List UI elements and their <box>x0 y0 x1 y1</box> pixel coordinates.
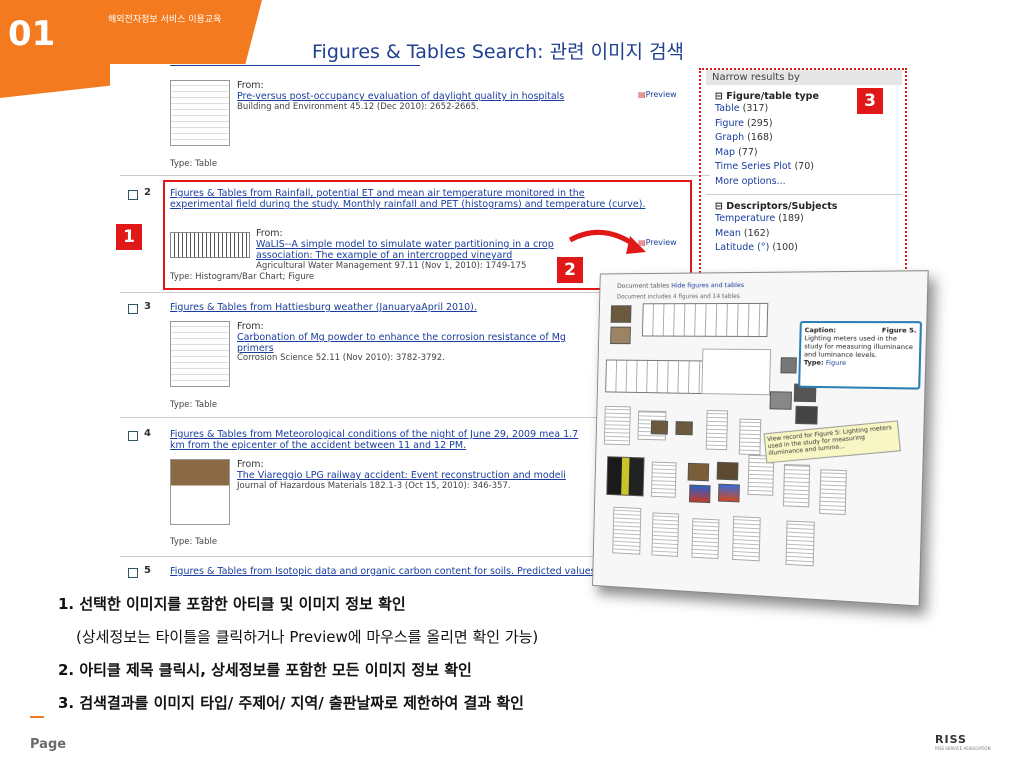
table-thumbnail[interactable] <box>691 518 720 560</box>
figure-thumbnail[interactable] <box>650 420 669 435</box>
note-2: 2. 아티클 제목 클릭시, 상세정보를 포함한 모든 이미지 정보 확인 <box>58 661 472 679</box>
table-thumbnail[interactable] <box>651 512 680 557</box>
table-thumbnail[interactable] <box>785 520 815 567</box>
badge-1: 1 <box>116 224 142 250</box>
result-number: 4 <box>144 428 151 439</box>
divider <box>120 175 710 176</box>
table-thumbnail[interactable] <box>603 405 631 446</box>
popout-subtitle: Document includes 4 figures and 14 table… <box>616 293 740 301</box>
slide-title: Figures & Tables Search: 관련 이미지 검색 <box>312 41 685 63</box>
result-title-link[interactable]: Figures & Tables from Hattiesburg weathe… <box>170 302 477 313</box>
chart-thumbnail[interactable] <box>701 348 772 396</box>
result-thumbnail[interactable] <box>170 321 230 387</box>
figure-thumbnail[interactable] <box>675 421 693 436</box>
figure-thumbnail[interactable] <box>688 484 711 504</box>
note-3: 3. 검색결과를 이미지 타입/ 주제어/ 지역/ 출판날짜로 제한하여 결과 … <box>58 694 524 712</box>
figure-caption-box: Caption: Figure 5. Lighting meters used … <box>798 321 923 390</box>
result-type: Type: Table <box>170 537 218 547</box>
result-number: 3 <box>144 301 151 312</box>
from-label: From: <box>237 459 264 470</box>
result-source: Journal of Hazardous Materials 182.1-3 (… <box>237 481 511 491</box>
section-number: 01 <box>8 14 56 54</box>
result-thumbnail[interactable] <box>170 80 230 146</box>
result-checkbox[interactable] <box>128 431 138 441</box>
result-article-link[interactable]: The Viareggio LPG railway accident: Even… <box>237 470 566 481</box>
figure-thumbnail[interactable] <box>795 405 818 425</box>
pointer-arrow-icon <box>568 229 646 254</box>
result-title-link[interactable]: Figures & Tables from Meteorological con… <box>170 429 580 451</box>
result-title-link[interactable]: Figures & Tables from Isotopic data and … <box>170 566 596 577</box>
figure-thumbnail[interactable] <box>687 462 710 482</box>
figure-thumbnail[interactable] <box>606 456 645 497</box>
badge-3: 3 <box>857 88 883 114</box>
figure-thumbnail[interactable] <box>716 461 739 481</box>
result-source: Building and Environment 45.12 (Dec 2010… <box>237 102 479 112</box>
preview-link[interactable]: ▤Preview <box>638 90 677 99</box>
footer-accent-line <box>30 716 44 718</box>
table-thumbnail[interactable] <box>612 506 642 555</box>
table-thumbnail[interactable] <box>651 461 677 498</box>
table-thumbnail[interactable] <box>782 464 811 508</box>
result-type: Type: Table <box>170 400 218 410</box>
table-thumbnail[interactable] <box>738 418 762 456</box>
figure-thumbnail[interactable] <box>641 302 769 338</box>
figure-thumbnail[interactable] <box>780 357 797 374</box>
table-thumbnail[interactable] <box>819 469 847 516</box>
result-article-link[interactable]: Pre-versus post-occupancy evaluation of … <box>237 91 564 102</box>
result-number: 2 <box>144 187 151 198</box>
result-article-link[interactable]: Carbonation of Mg powder to enhance the … <box>237 332 597 354</box>
table-thumbnail[interactable] <box>705 409 729 451</box>
header-label: 해외전자정보 서비스 이용교육 <box>108 15 222 25</box>
note-1: 1. 선택한 이미지를 포함한 아티클 및 이미지 정보 확인 <box>58 595 406 613</box>
result-checkbox[interactable] <box>128 304 138 314</box>
from-label: From: <box>237 321 264 332</box>
page-label: Page <box>30 737 67 752</box>
result-checkbox[interactable] <box>128 568 138 578</box>
preview-icon: ▤ <box>638 90 646 99</box>
table-thumbnail[interactable] <box>732 516 761 562</box>
cut-off-link <box>170 64 420 66</box>
figure-thumbnail[interactable] <box>769 391 792 410</box>
result-checkbox[interactable] <box>128 190 138 200</box>
popout-tab[interactable]: Document tables Hide figures and tables <box>617 281 744 290</box>
figures-popout-panel[interactable]: Document tables Hide figures and tables … <box>592 270 929 607</box>
figure-thumbnail[interactable] <box>717 483 740 503</box>
figure-thumbnail[interactable] <box>610 326 631 345</box>
figure-thumbnail[interactable] <box>610 305 632 323</box>
result-number: 5 <box>144 565 151 576</box>
from-label: From: <box>237 80 264 91</box>
instruction-notes: 1. 선택한 이미지를 포함한 아티클 및 이미지 정보 확인 (상세정보는 타… <box>58 592 958 724</box>
result-type: Type: Table <box>170 159 218 169</box>
record-tooltip: View record for Figure 5: Lighting meter… <box>763 420 901 464</box>
result-thumbnail[interactable] <box>170 459 230 525</box>
result-source: Corrosion Science 52.11 (Nov 2010): 3782… <box>237 353 445 363</box>
note-1-detail: (상세정보는 타이틀을 클릭하거나 Preview에 마우스를 올리면 확인 가… <box>76 628 539 646</box>
riss-logo: RISS RISS SERVICE ASSOCIATION <box>935 733 991 751</box>
